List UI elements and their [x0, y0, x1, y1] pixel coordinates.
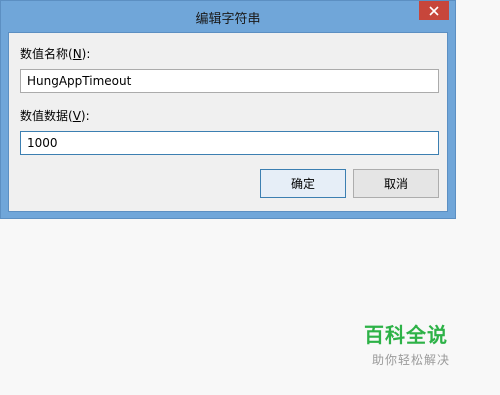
dialog-body: 数值名称(N): HungAppTimeout 数值数据(V): 1000 确定… [8, 32, 448, 212]
value-data-label: 数值数据(V): [20, 109, 90, 123]
close-icon [429, 5, 439, 16]
ok-button[interactable]: 确定 [260, 169, 346, 198]
edit-string-dialog: 编辑字符串 数值名称(N): HungAppTimeout 数值数据(V): 1… [0, 0, 456, 219]
titlebar[interactable]: 编辑字符串 [1, 1, 455, 32]
value-name-label: 数值名称(N): [20, 47, 91, 61]
watermark-tagline: 助你轻松解决 [372, 353, 451, 367]
value-data-field[interactable]: 1000 [20, 131, 439, 155]
dialog-title: 编辑字符串 [195, 12, 261, 27]
cancel-button[interactable]: 取消 [353, 169, 439, 198]
close-button[interactable] [419, 1, 449, 20]
value-name-field[interactable]: HungAppTimeout [20, 69, 439, 93]
watermark: 百科全说 助你轻松解决 [364, 319, 460, 368]
watermark-logo: 百科全说 [364, 323, 448, 347]
